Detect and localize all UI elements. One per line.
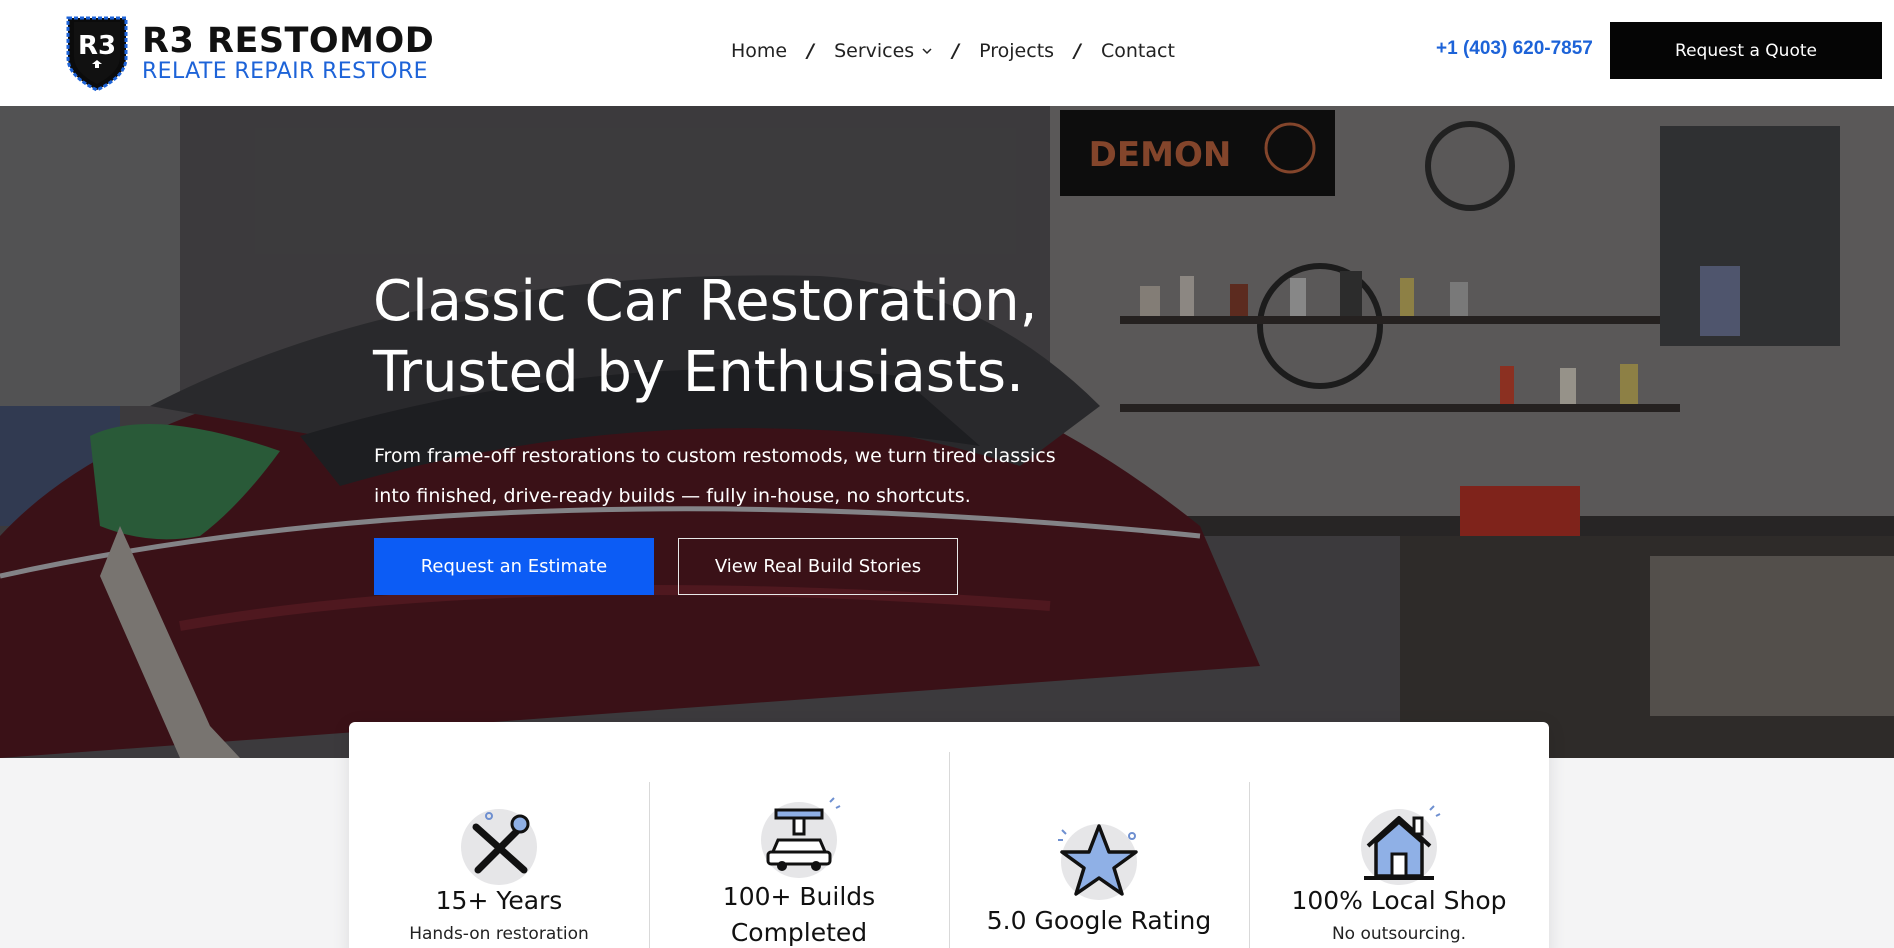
- chevron-down-icon: [922, 48, 932, 55]
- nav-separator: /: [952, 40, 960, 62]
- request-quote-button[interactable]: Request a Quote: [1610, 22, 1882, 79]
- stat-local-desc: No outsourcing.: [1331, 924, 1467, 944]
- nav-contact[interactable]: Contact: [1101, 40, 1175, 62]
- stat-builds-title: 100+ Builds: [722, 882, 876, 911]
- hero-section: DEMON Classic Car Restoration, Trusted b…: [0, 106, 1894, 758]
- view-build-stories-button[interactable]: View Real Build Stories: [678, 538, 958, 595]
- stats-card: 15+ Years Hands-on restoration 100+ Buil…: [349, 722, 1549, 948]
- stat-years-desc: Hands-on restoration: [409, 924, 589, 944]
- nav-projects[interactable]: Projects: [979, 40, 1054, 62]
- stat-years: 15+ Years Hands-on restoration: [349, 722, 649, 948]
- stat-rating-title: 5.0 Google Rating: [986, 906, 1212, 935]
- hero-title-line-2: Trusted by Enthusiasts.: [373, 340, 1024, 405]
- brand-logo[interactable]: R3 R3 RESTOMOD RELATE REPAIR RESTORE: [62, 14, 442, 92]
- request-estimate-button[interactable]: Request an Estimate: [374, 538, 654, 595]
- nav-services-label: Services: [834, 40, 915, 62]
- stat-local-title: 100% Local Shop: [1291, 886, 1507, 915]
- hero-overlay: [0, 106, 1894, 758]
- star-icon: [1058, 824, 1138, 900]
- stat-local: 100% Local Shop No outsourcing.: [1249, 722, 1549, 948]
- hero-subtitle: From frame-off restorations to custom re…: [374, 436, 1074, 516]
- stat-rating: 5.0 Google Rating: [949, 722, 1249, 948]
- stat-builds: 100+ Builds Completed: [649, 722, 949, 948]
- shield-badge-icon: R3: [62, 14, 132, 92]
- nav-home[interactable]: Home: [731, 40, 787, 62]
- svg-text:R3: R3: [78, 31, 116, 61]
- hero-title-line-1: Classic Car Restoration,: [373, 269, 1038, 334]
- brand-name: R3 RESTOMOD: [142, 20, 435, 61]
- house-icon: [1361, 805, 1441, 885]
- tools-icon: [461, 809, 537, 885]
- nav-contact-label: Contact: [1101, 40, 1175, 62]
- site-header: R3 R3 RESTOMOD RELATE REPAIR RESTORE Hom…: [0, 0, 1894, 106]
- nav-separator: /: [1074, 40, 1081, 62]
- hero-subtitle-line-2: into finished, drive-ready builds — full…: [374, 485, 971, 507]
- brand-tagline: RELATE REPAIR RESTORE: [142, 58, 428, 84]
- nav-projects-label: Projects: [979, 40, 1055, 62]
- stat-builds-title-2: Completed: [730, 918, 868, 947]
- stat-years-title: 15+ Years: [435, 886, 563, 915]
- main-nav: Home / Services / Projects / Contact: [731, 36, 1175, 66]
- phone-link[interactable]: +1 (403) 620-7857: [1436, 38, 1593, 60]
- nav-separator: /: [807, 40, 815, 62]
- car-lift-icon: [761, 797, 841, 878]
- nav-home-label: Home: [731, 40, 788, 62]
- nav-services[interactable]: Services: [834, 40, 932, 62]
- hero-subtitle-line-1: From frame-off restorations to custom re…: [374, 445, 1056, 467]
- hero-title: Classic Car Restoration, Trusted by Enth…: [373, 266, 1133, 408]
